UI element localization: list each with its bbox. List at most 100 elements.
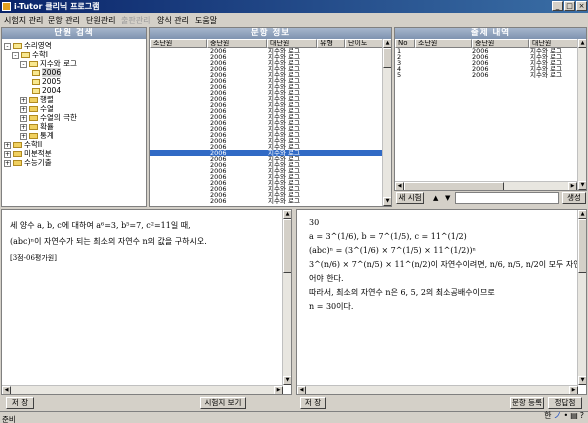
scroll-right-icon[interactable]: ▶: [274, 386, 283, 394]
col-type[interactable]: 유형: [317, 39, 345, 48]
answer-text-vscroll[interactable]: ▲ ▼: [577, 210, 586, 385]
expand-icon[interactable]: +: [4, 150, 11, 158]
app-icon: [2, 2, 11, 11]
answer-text: 30 a = 3^(1/6), b = 7^(1/5), c = 11^(1/2…: [309, 216, 587, 314]
tree-node-math1[interactable]: - 수학I: [12, 50, 48, 59]
expand-icon[interactable]: +: [20, 132, 27, 140]
question-text-vscroll[interactable]: ▲ ▼: [282, 210, 291, 385]
new-exam-button[interactable]: 새 시험: [396, 192, 424, 204]
scroll-up-icon[interactable]: ▲: [578, 210, 586, 219]
col-mid-unit[interactable]: 중단원: [472, 39, 529, 48]
scroll-down-icon[interactable]: ▼: [578, 181, 586, 190]
scroll-down-icon[interactable]: ▼: [383, 197, 391, 206]
question-line: (abc)ⁿ이 자연수가 되는 최소의 자연수 n의 값을 구하시오.: [10, 237, 207, 246]
tree-node-sequence[interactable]: + 수열: [20, 104, 54, 113]
scroll-left-icon[interactable]: ◀: [395, 182, 404, 190]
folder-icon: [13, 160, 22, 166]
collapse-icon[interactable]: -: [12, 51, 19, 59]
expand-icon[interactable]: +: [4, 141, 11, 149]
view-exam-button[interactable]: 시험지 보기: [200, 397, 246, 409]
menu-template-management[interactable]: 양식 관리: [157, 15, 189, 26]
answer-line: a = 3^(1/6), b = 7^(1/5), c = 11^(1/2): [309, 232, 467, 241]
tree-node-suneung[interactable]: + 수능기출: [4, 158, 52, 167]
col-sub-unit[interactable]: 소단원: [415, 39, 472, 48]
collapse-icon[interactable]: -: [20, 60, 27, 68]
scroll-up-icon[interactable]: ▲: [383, 39, 391, 48]
expand-icon[interactable]: +: [20, 123, 27, 131]
scroll-thumb[interactable]: [404, 182, 504, 190]
exam-hscroll[interactable]: ◀ ▶: [395, 181, 577, 190]
maximize-button[interactable]: □: [564, 1, 575, 11]
col-no[interactable]: No: [395, 39, 415, 48]
move-up-icon[interactable]: ▲: [433, 194, 438, 202]
move-down-icon[interactable]: ▼: [445, 194, 450, 202]
menu-question-management[interactable]: 문항 관리: [48, 15, 80, 26]
tree-node-calculus[interactable]: + 미분적분: [4, 149, 52, 158]
scroll-down-icon[interactable]: ▼: [578, 376, 586, 385]
expand-icon[interactable]: +: [20, 105, 27, 113]
expand-icon[interactable]: +: [4, 159, 11, 167]
tree-node-seq-limit[interactable]: + 수열의 극한: [20, 113, 77, 122]
tree-node-suri[interactable]: - 수리영역: [4, 41, 52, 50]
pen-icon[interactable]: ノ: [553, 410, 561, 421]
menu-exam-management[interactable]: 시험지 관리: [4, 15, 43, 26]
collapse-icon[interactable]: -: [4, 42, 11, 50]
col-sub-unit[interactable]: 소단원: [150, 39, 207, 48]
dot-icon[interactable]: •: [563, 411, 568, 420]
table-row[interactable]: 5 2006 지수와 로그: [395, 72, 577, 78]
table-row[interactable]: 2006 지수와 로그: [150, 198, 383, 204]
tree-node-statistics[interactable]: + 통계: [20, 131, 54, 140]
answer-line: 3^(n/6) × 7^(n/5) × 11^(n/2)이 자연수이려면, n/…: [309, 260, 587, 269]
answer-save-button[interactable]: 저 장: [300, 397, 326, 409]
scroll-up-icon[interactable]: ▲: [283, 210, 291, 219]
question-save-button[interactable]: 저 장: [6, 397, 34, 409]
question-text-hscroll[interactable]: ◀ ▶: [2, 385, 283, 394]
exam-name-field[interactable]: [455, 192, 559, 204]
scroll-thumb[interactable]: [283, 219, 291, 273]
question-text-panel[interactable]: 세 양수 a, b, c에 대하여 a⁶=3, b⁵=7, c²=11일 때, …: [1, 209, 292, 395]
tree-node-matrix[interactable]: + 행렬: [20, 95, 54, 104]
cell-sub-unit: [150, 198, 210, 204]
tree-node-math2[interactable]: + 수학II: [4, 140, 42, 149]
question-vscroll[interactable]: ▲ ▼: [382, 39, 391, 206]
scroll-thumb[interactable]: [383, 48, 391, 68]
tree-node-exp-log[interactable]: - 지수와 로그: [20, 59, 77, 68]
answer-text-panel[interactable]: 30 a = 3^(1/6), b = 7^(1/5), c = 11^(1/2…: [296, 209, 587, 395]
hangul-mode-icon[interactable]: 한: [544, 410, 551, 421]
scroll-left-icon[interactable]: ◀: [2, 386, 11, 394]
exam-vscroll[interactable]: ▲ ▼: [577, 39, 586, 190]
col-big-unit[interactable]: 대단원: [529, 39, 579, 48]
close-button[interactable]: ×: [576, 1, 587, 11]
tree-node-probability[interactable]: + 확률: [20, 122, 54, 131]
scroll-down-icon[interactable]: ▼: [283, 376, 291, 385]
scroll-right-icon[interactable]: ▶: [569, 386, 578, 394]
folder-icon: [13, 151, 22, 157]
scroll-right-icon[interactable]: ▶: [568, 182, 577, 190]
cell-big-unit: 지수와 로그: [530, 72, 562, 78]
tree-node-2005[interactable]: 2005: [32, 77, 61, 86]
menu-help[interactable]: 도움말: [195, 15, 217, 26]
cell-mid-unit: 2006: [472, 72, 489, 78]
answer-type-button[interactable]: 정답첨: [548, 397, 582, 409]
cell-mid-unit: 2006: [210, 198, 227, 204]
tree-node-2006[interactable]: 2006: [32, 68, 62, 77]
tree-node-2004[interactable]: 2004: [32, 86, 61, 95]
generate-button[interactable]: 생성: [562, 192, 586, 204]
keyboard-icon[interactable]: ▤: [570, 411, 578, 420]
scroll-thumb[interactable]: [578, 219, 586, 273]
register-question-button[interactable]: 문항 등록: [510, 397, 544, 409]
minimize-button[interactable]: _: [552, 1, 563, 11]
exam-list-panel: 출제 내역 No 소단원 중단원 대단원 1 2006 지수와 로그 2 2006 지수와…: [394, 27, 587, 191]
col-big-unit[interactable]: 대단원: [267, 39, 317, 48]
status-bar: 준비: [0, 411, 588, 423]
expand-icon[interactable]: +: [20, 96, 27, 104]
menu-unit-management[interactable]: 단원관리: [86, 15, 115, 26]
col-mid-unit[interactable]: 중단원: [207, 39, 267, 48]
scroll-up-icon[interactable]: ▲: [578, 39, 586, 48]
help-icon[interactable]: ?: [580, 411, 584, 420]
question-info-panel: 문항 정보 소단원 중단원 대단원 유형 난이도 2006 지수와 로그 2006 지…: [149, 27, 392, 207]
expand-icon[interactable]: +: [20, 114, 27, 122]
answer-text-hscroll[interactable]: ◀ ▶: [297, 385, 578, 394]
scroll-left-icon[interactable]: ◀: [297, 386, 306, 394]
col-difficulty[interactable]: 난이도: [345, 39, 383, 48]
